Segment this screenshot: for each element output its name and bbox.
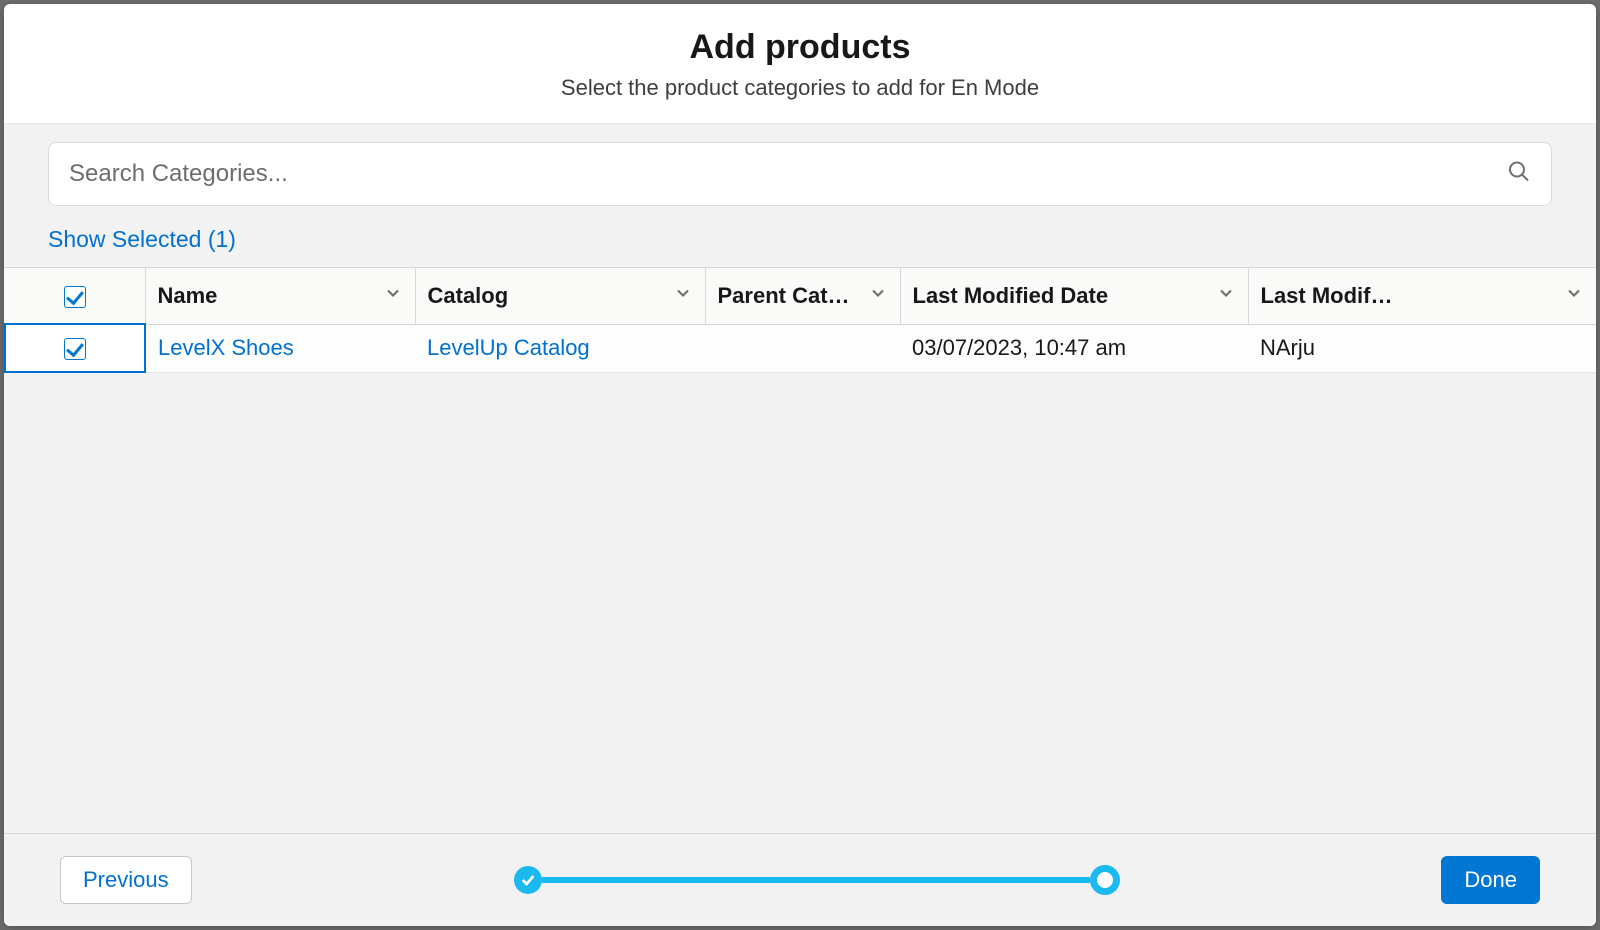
show-selected-bar: Show Selected (1) xyxy=(4,220,1596,267)
modal-footer: Previous Done xyxy=(4,833,1596,926)
table-container: Name Catalog xyxy=(4,267,1596,833)
add-products-modal: Add products Select the product categori… xyxy=(4,4,1596,926)
column-last-modified-date[interactable]: Last Modified Date xyxy=(900,268,1248,324)
chevron-down-icon xyxy=(868,283,888,309)
column-catalog-label: Catalog xyxy=(428,283,509,309)
search-input[interactable] xyxy=(49,160,1551,188)
done-button[interactable]: Done xyxy=(1441,856,1540,904)
column-parent[interactable]: Parent Cat… xyxy=(705,268,900,324)
cell-last-modified-by: NArju xyxy=(1248,324,1596,372)
progress-step-completed xyxy=(514,866,542,894)
cell-catalog[interactable]: LevelUp Catalog xyxy=(415,324,705,372)
table-row[interactable]: LevelX Shoes LevelUp Catalog 03/07/2023,… xyxy=(5,324,1596,372)
column-lmd-label: Last Modified Date xyxy=(913,283,1109,309)
row-checkbox[interactable] xyxy=(64,338,86,360)
search-wrap xyxy=(48,142,1552,206)
search-area xyxy=(4,124,1596,220)
column-lmb-label: Last Modif… xyxy=(1261,283,1393,309)
chevron-down-icon xyxy=(1216,283,1236,309)
progress-indicator xyxy=(192,865,1442,895)
column-select-all xyxy=(5,268,145,324)
show-selected-link[interactable]: Show Selected (1) xyxy=(48,226,236,252)
column-name[interactable]: Name xyxy=(145,268,415,324)
cell-last-modified-date: 03/07/2023, 10:47 am xyxy=(900,324,1248,372)
chevron-down-icon xyxy=(383,283,403,309)
row-select-cell xyxy=(5,324,145,372)
categories-table: Name Catalog xyxy=(4,268,1596,373)
table-header-row: Name Catalog xyxy=(5,268,1596,324)
column-last-modified-by[interactable]: Last Modif… xyxy=(1248,268,1596,324)
chevron-down-icon xyxy=(1564,283,1584,309)
column-name-label: Name xyxy=(158,283,218,309)
column-catalog[interactable]: Catalog xyxy=(415,268,705,324)
chevron-down-icon xyxy=(673,283,693,309)
search-icon[interactable] xyxy=(1507,160,1531,189)
column-parent-label: Parent Cat… xyxy=(718,283,850,309)
cell-parent xyxy=(705,324,900,372)
cell-name[interactable]: LevelX Shoes xyxy=(145,324,415,372)
progress-step-current xyxy=(1090,865,1120,895)
select-all-checkbox[interactable] xyxy=(64,286,86,308)
previous-button[interactable]: Previous xyxy=(60,856,192,904)
modal-subtitle: Select the product categories to add for… xyxy=(24,75,1576,101)
modal-title: Add products xyxy=(24,28,1576,67)
modal-header: Add products Select the product categori… xyxy=(4,4,1596,124)
progress-line xyxy=(542,877,1090,883)
